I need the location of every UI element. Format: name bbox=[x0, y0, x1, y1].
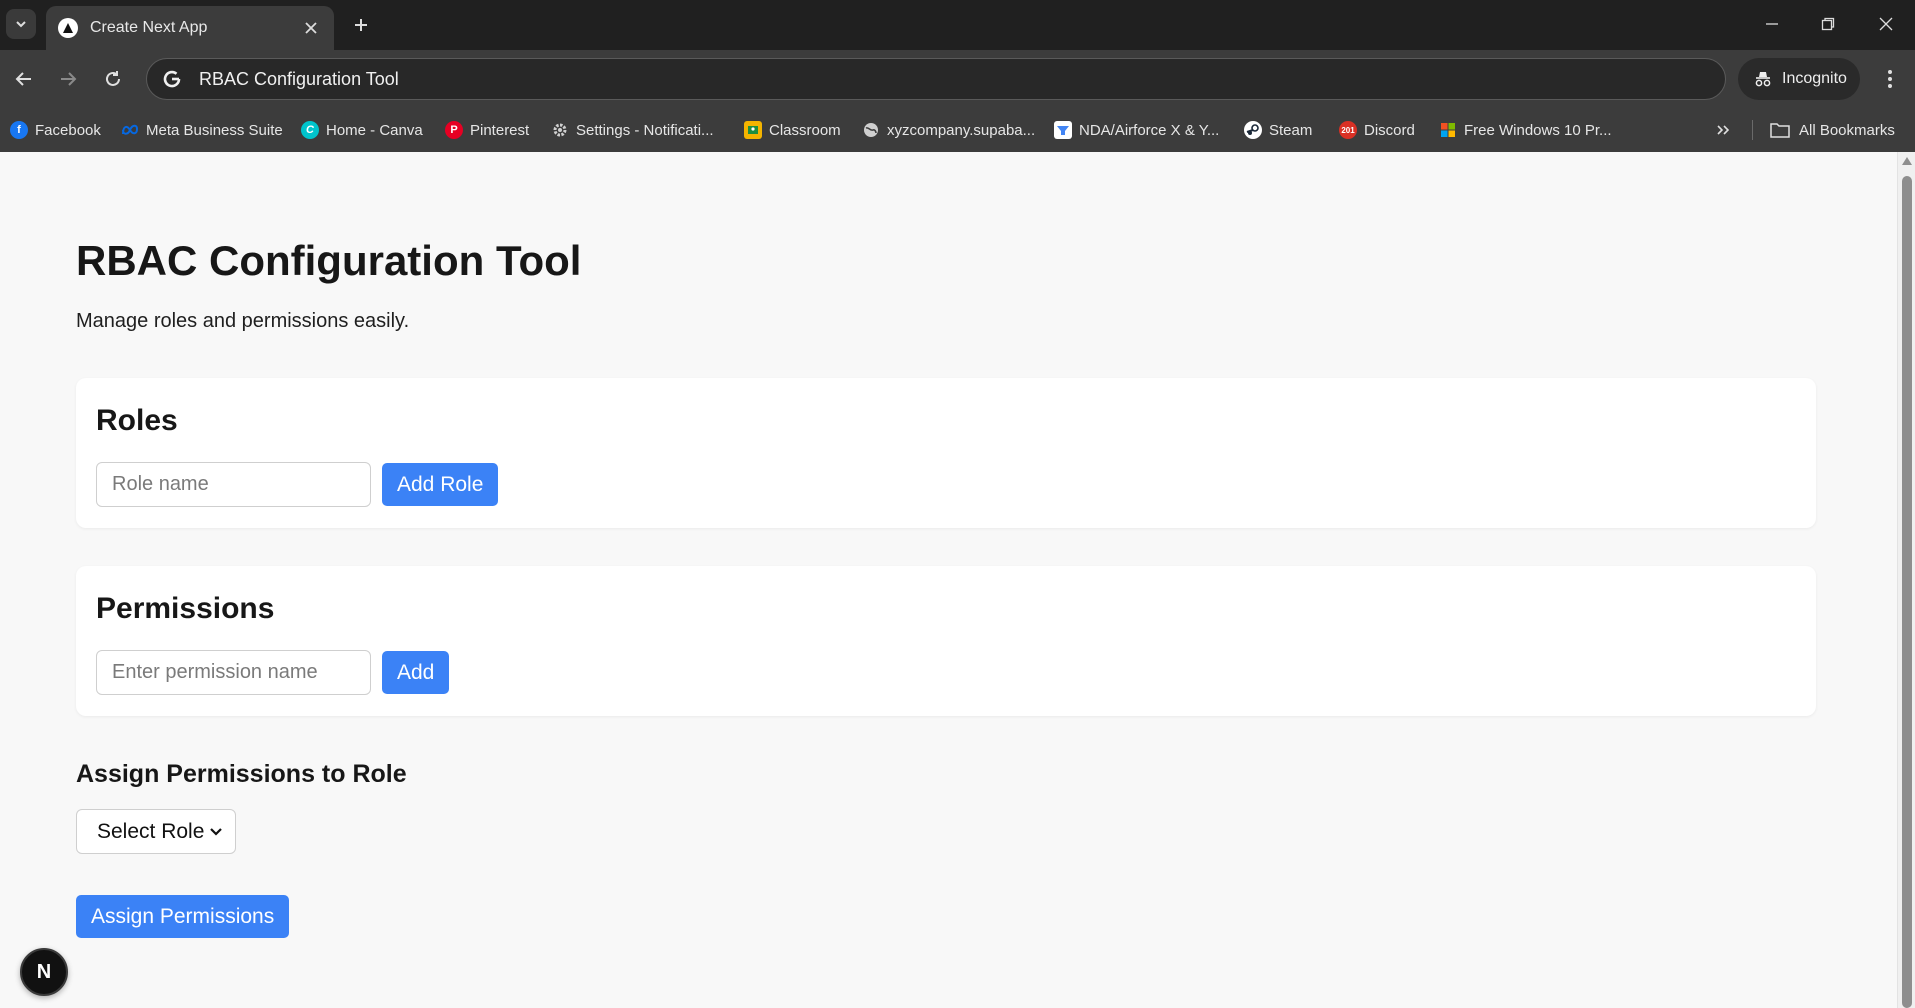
windows-icon bbox=[1439, 121, 1457, 139]
bookmark-free-windows[interactable]: Free Windows 10 Pr... bbox=[1439, 118, 1612, 142]
scrollbar-thumb[interactable] bbox=[1902, 176, 1912, 1008]
all-bookmarks-label: All Bookmarks bbox=[1799, 121, 1895, 139]
bookmark-label: NDA/Airforce X & Y... bbox=[1079, 121, 1220, 139]
back-arrow-icon[interactable] bbox=[8, 63, 40, 95]
role-select[interactable]: Select Role bbox=[76, 809, 236, 854]
tab-search-chevron-icon[interactable] bbox=[6, 9, 36, 39]
page-viewport: RBAC Configuration Tool Manage roles and… bbox=[0, 152, 1897, 1008]
bookmark-label: Pinterest bbox=[470, 121, 530, 139]
close-tab-icon[interactable] bbox=[300, 17, 322, 39]
bookmarks-bar: f Facebook Meta Business Suite C Home - … bbox=[0, 108, 1915, 152]
bookmark-label: Free Windows 10 Pr... bbox=[1464, 121, 1612, 139]
calendar-icon: 201 bbox=[1339, 121, 1357, 139]
role-name-input[interactable] bbox=[96, 462, 371, 507]
bookmark-label: xyzcompany.supaba... bbox=[887, 121, 1036, 139]
permission-name-input[interactable] bbox=[96, 650, 371, 695]
assign-permissions-button[interactable]: Assign Permissions bbox=[76, 895, 290, 938]
bookmark-classroom[interactable]: Classroom bbox=[744, 118, 841, 142]
bookmark-home-canva[interactable]: C Home - Canva bbox=[301, 118, 423, 142]
browser-tab-bar: Create Next App bbox=[0, 0, 1915, 50]
bookmark-label: Steam bbox=[1269, 121, 1313, 139]
page-subtitle: Manage roles and permissions easily. bbox=[76, 310, 410, 332]
bookmark-label: Settings - Notificati... bbox=[576, 121, 714, 139]
form-icon bbox=[1054, 121, 1072, 139]
canva-icon: C bbox=[301, 121, 319, 139]
gear-icon bbox=[551, 121, 569, 139]
restore-icon[interactable] bbox=[1808, 8, 1848, 40]
reload-icon[interactable] bbox=[97, 63, 129, 95]
nextjs-favicon-icon bbox=[58, 18, 78, 38]
assign-heading: Assign Permissions to Role bbox=[76, 760, 407, 788]
chevron-down-icon bbox=[210, 827, 222, 836]
bookmark-settings[interactable]: Settings - Notificati... bbox=[551, 118, 714, 142]
all-bookmarks-button[interactable]: All Bookmarks bbox=[1770, 118, 1895, 142]
bookmark-discord[interactable]: 201 Discord bbox=[1339, 118, 1415, 142]
bookmark-supabase[interactable]: xyzcompany.supaba... bbox=[862, 118, 1035, 142]
kebab-menu-icon[interactable] bbox=[1874, 63, 1906, 95]
google-g-icon bbox=[161, 68, 183, 90]
bookmark-steam[interactable]: Steam bbox=[1244, 118, 1312, 142]
minimize-icon[interactable] bbox=[1752, 8, 1792, 40]
nextjs-dev-indicator[interactable]: N bbox=[20, 948, 68, 996]
browser-toolbar: RBAC Configuration Tool Incognito bbox=[0, 50, 1915, 108]
bookmark-label: Home - Canva bbox=[326, 121, 423, 139]
roles-card: Roles Add Role bbox=[76, 378, 1816, 528]
permissions-card: Permissions Add bbox=[76, 566, 1816, 716]
bookmark-meta-business-suite[interactable]: Meta Business Suite bbox=[121, 118, 283, 142]
bookmark-nda-airforce[interactable]: NDA/Airforce X & Y... bbox=[1054, 118, 1219, 142]
roles-heading: Roles bbox=[96, 404, 178, 437]
bookmark-facebook[interactable]: f Facebook bbox=[10, 118, 101, 142]
permissions-heading: Permissions bbox=[96, 592, 275, 625]
pinterest-icon: P bbox=[445, 121, 463, 139]
globe-icon bbox=[862, 121, 880, 139]
browser-tab[interactable]: Create Next App bbox=[46, 6, 334, 50]
classroom-icon bbox=[744, 121, 762, 139]
incognito-icon bbox=[1755, 72, 1771, 87]
facebook-icon: f bbox=[10, 121, 28, 139]
bookmark-label: Meta Business Suite bbox=[146, 121, 283, 139]
bookmarks-divider bbox=[1752, 120, 1753, 140]
incognito-indicator[interactable]: Incognito bbox=[1738, 58, 1860, 100]
bookmark-label: Classroom bbox=[769, 121, 841, 139]
role-select-value: Select Role bbox=[97, 819, 205, 843]
add-role-button[interactable]: Add Role bbox=[382, 463, 499, 506]
forward-arrow-icon[interactable] bbox=[52, 63, 84, 95]
incognito-label: Incognito bbox=[1782, 70, 1847, 87]
scroll-up-arrow-icon[interactable] bbox=[1901, 156, 1913, 166]
folder-icon bbox=[1770, 123, 1790, 138]
address-text: RBAC Configuration Tool bbox=[199, 68, 399, 89]
page-title: RBAC Configuration Tool bbox=[76, 237, 582, 284]
bookmark-pinterest[interactable]: P Pinterest bbox=[445, 118, 529, 142]
page-scrollbar[interactable] bbox=[1897, 152, 1915, 1008]
add-permission-button[interactable]: Add bbox=[382, 651, 450, 694]
more-bookmarks-chevron-icon[interactable] bbox=[1708, 118, 1738, 142]
close-window-icon[interactable] bbox=[1866, 8, 1906, 40]
address-bar[interactable]: RBAC Configuration Tool bbox=[146, 58, 1726, 100]
bookmark-label: Discord bbox=[1364, 121, 1415, 139]
new-tab-plus-icon[interactable] bbox=[347, 11, 375, 39]
meta-icon bbox=[121, 121, 139, 139]
bookmark-label: Facebook bbox=[35, 121, 101, 139]
steam-icon bbox=[1244, 121, 1262, 139]
tab-title: Create Next App bbox=[90, 19, 208, 36]
